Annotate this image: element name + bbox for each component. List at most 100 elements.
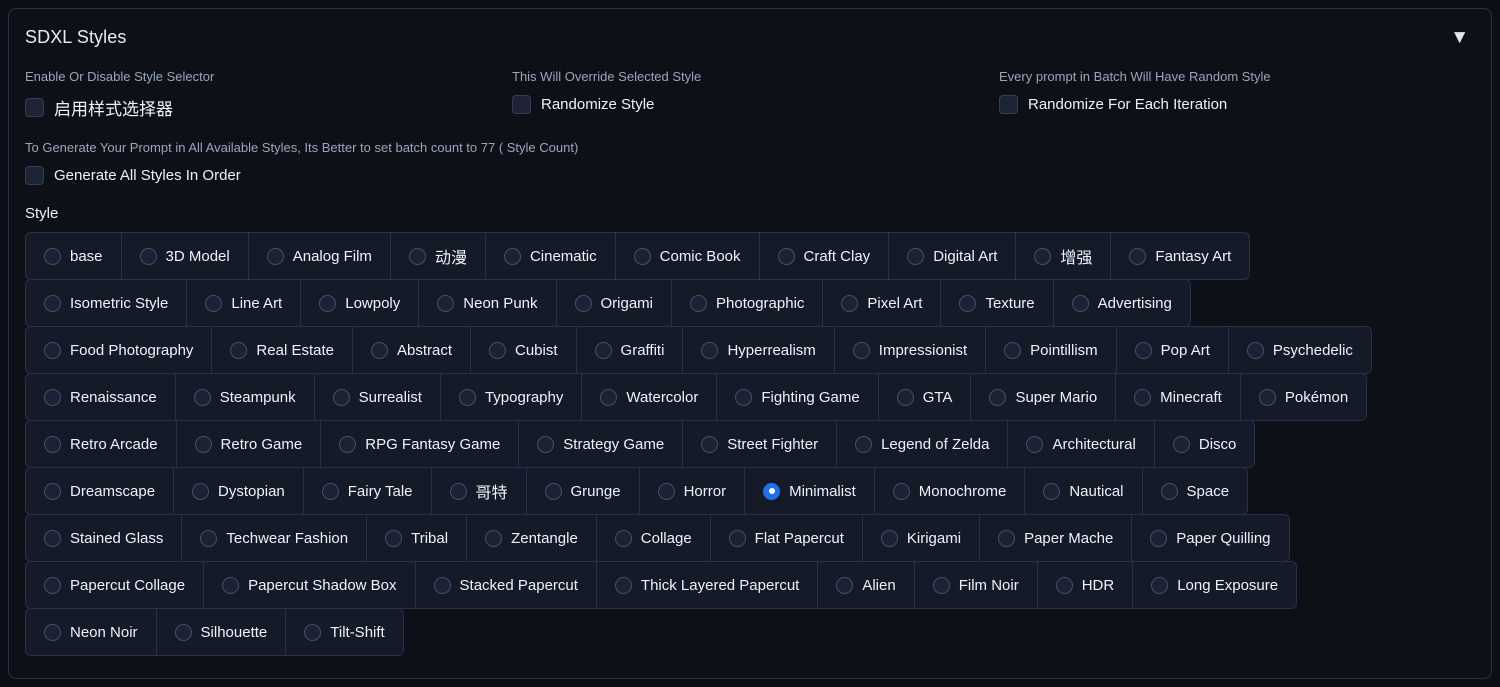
style-option-super-mario[interactable]: Super Mario xyxy=(971,374,1117,420)
style-option-alien[interactable]: Alien xyxy=(818,562,915,608)
style-option-grunge[interactable]: Grunge xyxy=(526,468,640,514)
style-option-hyperrealism[interactable]: Hyperrealism xyxy=(683,327,835,373)
radio-unselected-icon[interactable] xyxy=(489,341,506,359)
radio-unselected-icon[interactable] xyxy=(544,482,562,500)
style-option-gta[interactable]: GTA xyxy=(878,374,972,420)
style-option-horror[interactable]: Horror xyxy=(639,468,746,514)
style-option-cubist[interactable]: Cubist xyxy=(471,327,577,373)
radio-unselected-icon[interactable] xyxy=(1172,435,1190,453)
style-option-cinematic[interactable]: Cinematic xyxy=(485,233,616,279)
style-option-hdr[interactable]: HDR xyxy=(1037,562,1134,608)
radio-unselected-icon[interactable] xyxy=(205,294,223,312)
radio-unselected-icon[interactable] xyxy=(1004,341,1022,359)
radio-unselected-icon[interactable] xyxy=(200,529,218,547)
radio-unselected-icon[interactable] xyxy=(600,388,618,406)
style-option-pointillism[interactable]: Pointillism xyxy=(986,327,1117,373)
style-option-minecraft[interactable]: Minecraft xyxy=(1116,374,1241,420)
radio-unselected-icon[interactable] xyxy=(230,341,248,359)
style-option-dystopian[interactable]: Dystopian xyxy=(174,468,304,514)
style-option-lowpoly[interactable]: Lowpoly xyxy=(301,280,420,326)
radio-unselected-icon[interactable] xyxy=(1071,294,1089,312)
style-option-comic-book[interactable]: Comic Book xyxy=(615,233,760,279)
radio-unselected-icon[interactable] xyxy=(1151,576,1169,594)
style-option-pokémon[interactable]: Pokémon xyxy=(1240,374,1367,420)
radio-unselected-icon[interactable] xyxy=(1160,482,1178,500)
style-option-retro-arcade[interactable]: Retro Arcade xyxy=(26,421,177,467)
style-option-psychedelic[interactable]: Psychedelic xyxy=(1228,327,1371,373)
radio-unselected-icon[interactable] xyxy=(332,388,350,406)
radio-unselected-icon[interactable] xyxy=(1129,247,1147,265)
radio-unselected-icon[interactable] xyxy=(1034,247,1052,265)
style-option-space[interactable]: Space xyxy=(1142,468,1248,514)
radio-unselected-icon[interactable] xyxy=(44,247,61,265)
style-option-real-estate[interactable]: Real Estate xyxy=(212,327,353,373)
style-option-surrealist[interactable]: Surrealist xyxy=(314,374,441,420)
radio-unselected-icon[interactable] xyxy=(614,576,632,594)
radio-unselected-icon[interactable] xyxy=(892,482,910,500)
radio-unselected-icon[interactable] xyxy=(44,529,61,547)
style-option-nautical[interactable]: Nautical xyxy=(1025,468,1143,514)
style-option-texture[interactable]: Texture xyxy=(941,280,1054,326)
radio-unselected-icon[interactable] xyxy=(735,388,753,406)
checkbox-enable-style-selector[interactable]: 启用样式选择器 xyxy=(25,95,512,120)
style-option-neon-noir[interactable]: Neon Noir xyxy=(26,609,157,655)
style-option-origami[interactable]: Origami xyxy=(556,280,673,326)
style-option-graffiti[interactable]: Graffiti xyxy=(576,327,684,373)
radio-unselected-icon[interactable] xyxy=(44,388,61,406)
style-option-monochrome[interactable]: Monochrome xyxy=(874,468,1026,514)
checkbox-box-icon[interactable] xyxy=(25,166,44,185)
style-option-film-noir[interactable]: Film Noir xyxy=(914,562,1038,608)
radio-unselected-icon[interactable] xyxy=(44,482,61,500)
radio-unselected-icon[interactable] xyxy=(266,247,284,265)
radio-unselected-icon[interactable] xyxy=(1150,529,1168,547)
radio-unselected-icon[interactable] xyxy=(777,247,795,265)
radio-unselected-icon[interactable] xyxy=(1055,576,1073,594)
radio-unselected-icon[interactable] xyxy=(896,388,914,406)
style-option-papercut-shadow-box[interactable]: Papercut Shadow Box xyxy=(204,562,416,608)
style-option-architectural[interactable]: Architectural xyxy=(1008,421,1155,467)
radio-unselected-icon[interactable] xyxy=(44,294,61,312)
radio-unselected-icon[interactable] xyxy=(1134,341,1152,359)
style-option-typography[interactable]: Typography xyxy=(440,374,583,420)
style-option-fantasy-art[interactable]: Fantasy Art xyxy=(1111,233,1250,279)
radio-unselected-icon[interactable] xyxy=(657,482,675,500)
style-option-renaissance[interactable]: Renaissance xyxy=(26,374,176,420)
radio-unselected-icon[interactable] xyxy=(503,247,521,265)
radio-unselected-icon[interactable] xyxy=(998,529,1016,547)
radio-unselected-icon[interactable] xyxy=(574,294,592,312)
radio-unselected-icon[interactable] xyxy=(385,529,403,547)
style-option-fairy-tale[interactable]: Fairy Tale xyxy=(303,468,432,514)
chevron-down-icon[interactable]: ▼ xyxy=(1444,26,1475,49)
style-option-rpg-fantasy-game[interactable]: RPG Fantasy Game xyxy=(321,421,520,467)
style-option-disco[interactable]: Disco xyxy=(1154,421,1255,467)
style-option-tribal[interactable]: Tribal xyxy=(367,515,468,561)
radio-unselected-icon[interactable] xyxy=(370,341,388,359)
style-option-paper-mache[interactable]: Paper Mache xyxy=(980,515,1133,561)
radio-unselected-icon[interactable] xyxy=(339,435,357,453)
radio-unselected-icon[interactable] xyxy=(174,623,192,641)
style-option-strategy-game[interactable]: Strategy Game xyxy=(519,421,684,467)
radio-unselected-icon[interactable] xyxy=(194,435,212,453)
radio-unselected-icon[interactable] xyxy=(408,247,426,265)
radio-unselected-icon[interactable] xyxy=(594,341,612,359)
radio-unselected-icon[interactable] xyxy=(485,529,503,547)
radio-unselected-icon[interactable] xyxy=(701,435,719,453)
radio-unselected-icon[interactable] xyxy=(855,435,873,453)
style-option-silhouette[interactable]: Silhouette xyxy=(156,609,287,655)
style-option-digital-art[interactable]: Digital Art xyxy=(889,233,1017,279)
style-option-base[interactable]: base xyxy=(26,233,122,279)
radio-unselected-icon[interactable] xyxy=(44,435,61,453)
radio-unselected-icon[interactable] xyxy=(321,482,339,500)
radio-unselected-icon[interactable] xyxy=(139,247,157,265)
radio-unselected-icon[interactable] xyxy=(614,529,632,547)
style-option-tilt-shift[interactable]: Tilt-Shift xyxy=(286,609,403,655)
radio-unselected-icon[interactable] xyxy=(433,576,451,594)
style-option-zentangle[interactable]: Zentangle xyxy=(467,515,597,561)
radio-unselected-icon[interactable] xyxy=(193,388,211,406)
style-option-fighting-game[interactable]: Fighting Game xyxy=(717,374,879,420)
style-option-collage[interactable]: Collage xyxy=(596,515,711,561)
style-option-minimalist[interactable]: Minimalist xyxy=(745,468,875,514)
radio-unselected-icon[interactable] xyxy=(44,341,61,359)
checkbox-box-icon[interactable] xyxy=(25,98,44,117)
radio-unselected-icon[interactable] xyxy=(1246,341,1264,359)
